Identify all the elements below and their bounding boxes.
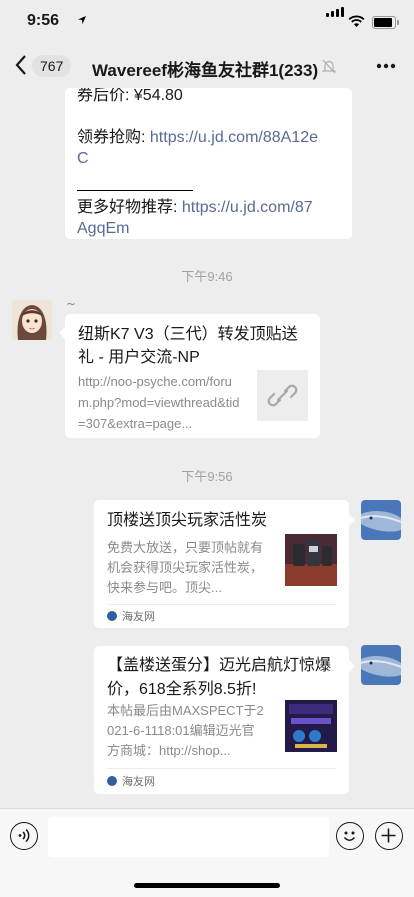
article-title: 顶楼送顶尖玩家活性炭 xyxy=(107,512,268,529)
text-message-bubble[interactable]: 券后价: ¥54.80 领券抢购: https://u.jd.com/88A12… xyxy=(65,88,352,239)
card-divider xyxy=(107,768,336,769)
timestamp: 下午9:46 xyxy=(181,269,233,284)
card-divider xyxy=(107,604,336,605)
add-more-icon[interactable] xyxy=(375,822,403,850)
emoji-icon[interactable] xyxy=(336,822,364,850)
more-options-icon[interactable] xyxy=(376,63,396,69)
anime-girl-avatar-icon xyxy=(12,300,52,340)
article-thumbnail xyxy=(285,700,337,752)
coupon-line: 领券抢购: https://u.jd.com/88A12e xyxy=(77,127,318,148)
unread-count-badge[interactable]: 767 xyxy=(32,55,72,77)
article-title: 【盖楼送蛋分】迈光启航灯惊爆价，618全系列8.5折! xyxy=(107,657,332,698)
home-indicator[interactable] xyxy=(134,883,280,888)
source-logo-icon xyxy=(107,611,117,621)
promo-poster-icon xyxy=(285,700,337,752)
link-thumbnail xyxy=(257,370,308,421)
self-avatar[interactable] xyxy=(361,500,401,540)
battery-icon xyxy=(372,16,399,29)
more-goods-label: 更多好物推荐: xyxy=(77,199,182,216)
message-input[interactable] xyxy=(48,817,329,857)
article-thumbnail xyxy=(285,534,337,586)
product-photo-icon xyxy=(285,534,337,586)
more-goods-line: 更多好物推荐: https://u.jd.com/87 xyxy=(77,197,313,218)
link-card-url: http://noo-psyche.com/forum.php?mod=view… xyxy=(78,374,240,431)
status-time: 9:56 xyxy=(27,12,60,29)
article-source: 海友网 xyxy=(107,608,155,624)
separator-line xyxy=(77,190,193,191)
coupon-link-continued[interactable]: C xyxy=(77,148,89,169)
link-chain-icon xyxy=(267,384,298,407)
self-avatar[interactable] xyxy=(361,645,401,685)
timestamp: 下午9:56 xyxy=(181,469,233,484)
link-card-message[interactable]: 纽斯K7 V3（三代）转发顶贴送礼 - 用户交流-NP http://noo-p… xyxy=(59,314,320,438)
wifi-icon xyxy=(348,15,365,27)
price-line: 券后价: ¥54.80 xyxy=(77,88,183,104)
fish-avatar-icon xyxy=(361,645,401,685)
back-chevron-icon[interactable] xyxy=(14,54,28,76)
coupon-link[interactable]: https://u.jd.com/88A12e xyxy=(150,129,318,146)
article-description: 免费大放送，只要顶帖就有机会获得顶尖玩家活性炭，快来参与吧。顶尖... xyxy=(107,540,264,595)
more-goods-link-continued[interactable]: AgqEm xyxy=(77,218,129,239)
location-arrow-icon xyxy=(78,16,86,24)
voice-input-icon[interactable] xyxy=(10,822,38,850)
chat-title: Wavereef彬海鱼友社群1(233) xyxy=(92,61,319,80)
status-bar: 9:56 xyxy=(0,0,414,44)
sender-nickname: ~ xyxy=(66,297,77,311)
mute-bell-icon xyxy=(322,59,336,74)
chat-header: 767 Wavereef彬海鱼友社群1(233) xyxy=(0,44,414,88)
article-source: 海友网 xyxy=(107,773,155,789)
more-goods-link[interactable]: https://u.jd.com/87 xyxy=(182,199,313,216)
link-card-title: 纽斯K7 V3（三代）转发顶贴送礼 - 用户交流-NP xyxy=(78,326,298,366)
shared-article-card[interactable]: 【盖楼送蛋分】迈光启航灯惊爆价，618全系列8.5折! 本帖最后由MAXSPEC… xyxy=(94,646,355,794)
sender-avatar[interactable] xyxy=(12,300,52,340)
article-description: 本帖最后由MAXSPECT于2021-6-1118:01编辑迈光官方商城：htt… xyxy=(107,703,264,758)
shared-article-card[interactable]: 顶楼送顶尖玩家活性炭 免费大放送，只要顶帖就有机会获得顶尖玩家活性炭，快来参与吧… xyxy=(94,500,355,628)
fish-avatar-icon xyxy=(361,500,401,540)
source-logo-icon xyxy=(107,776,117,786)
coupon-label: 领券抢购: xyxy=(77,129,150,146)
